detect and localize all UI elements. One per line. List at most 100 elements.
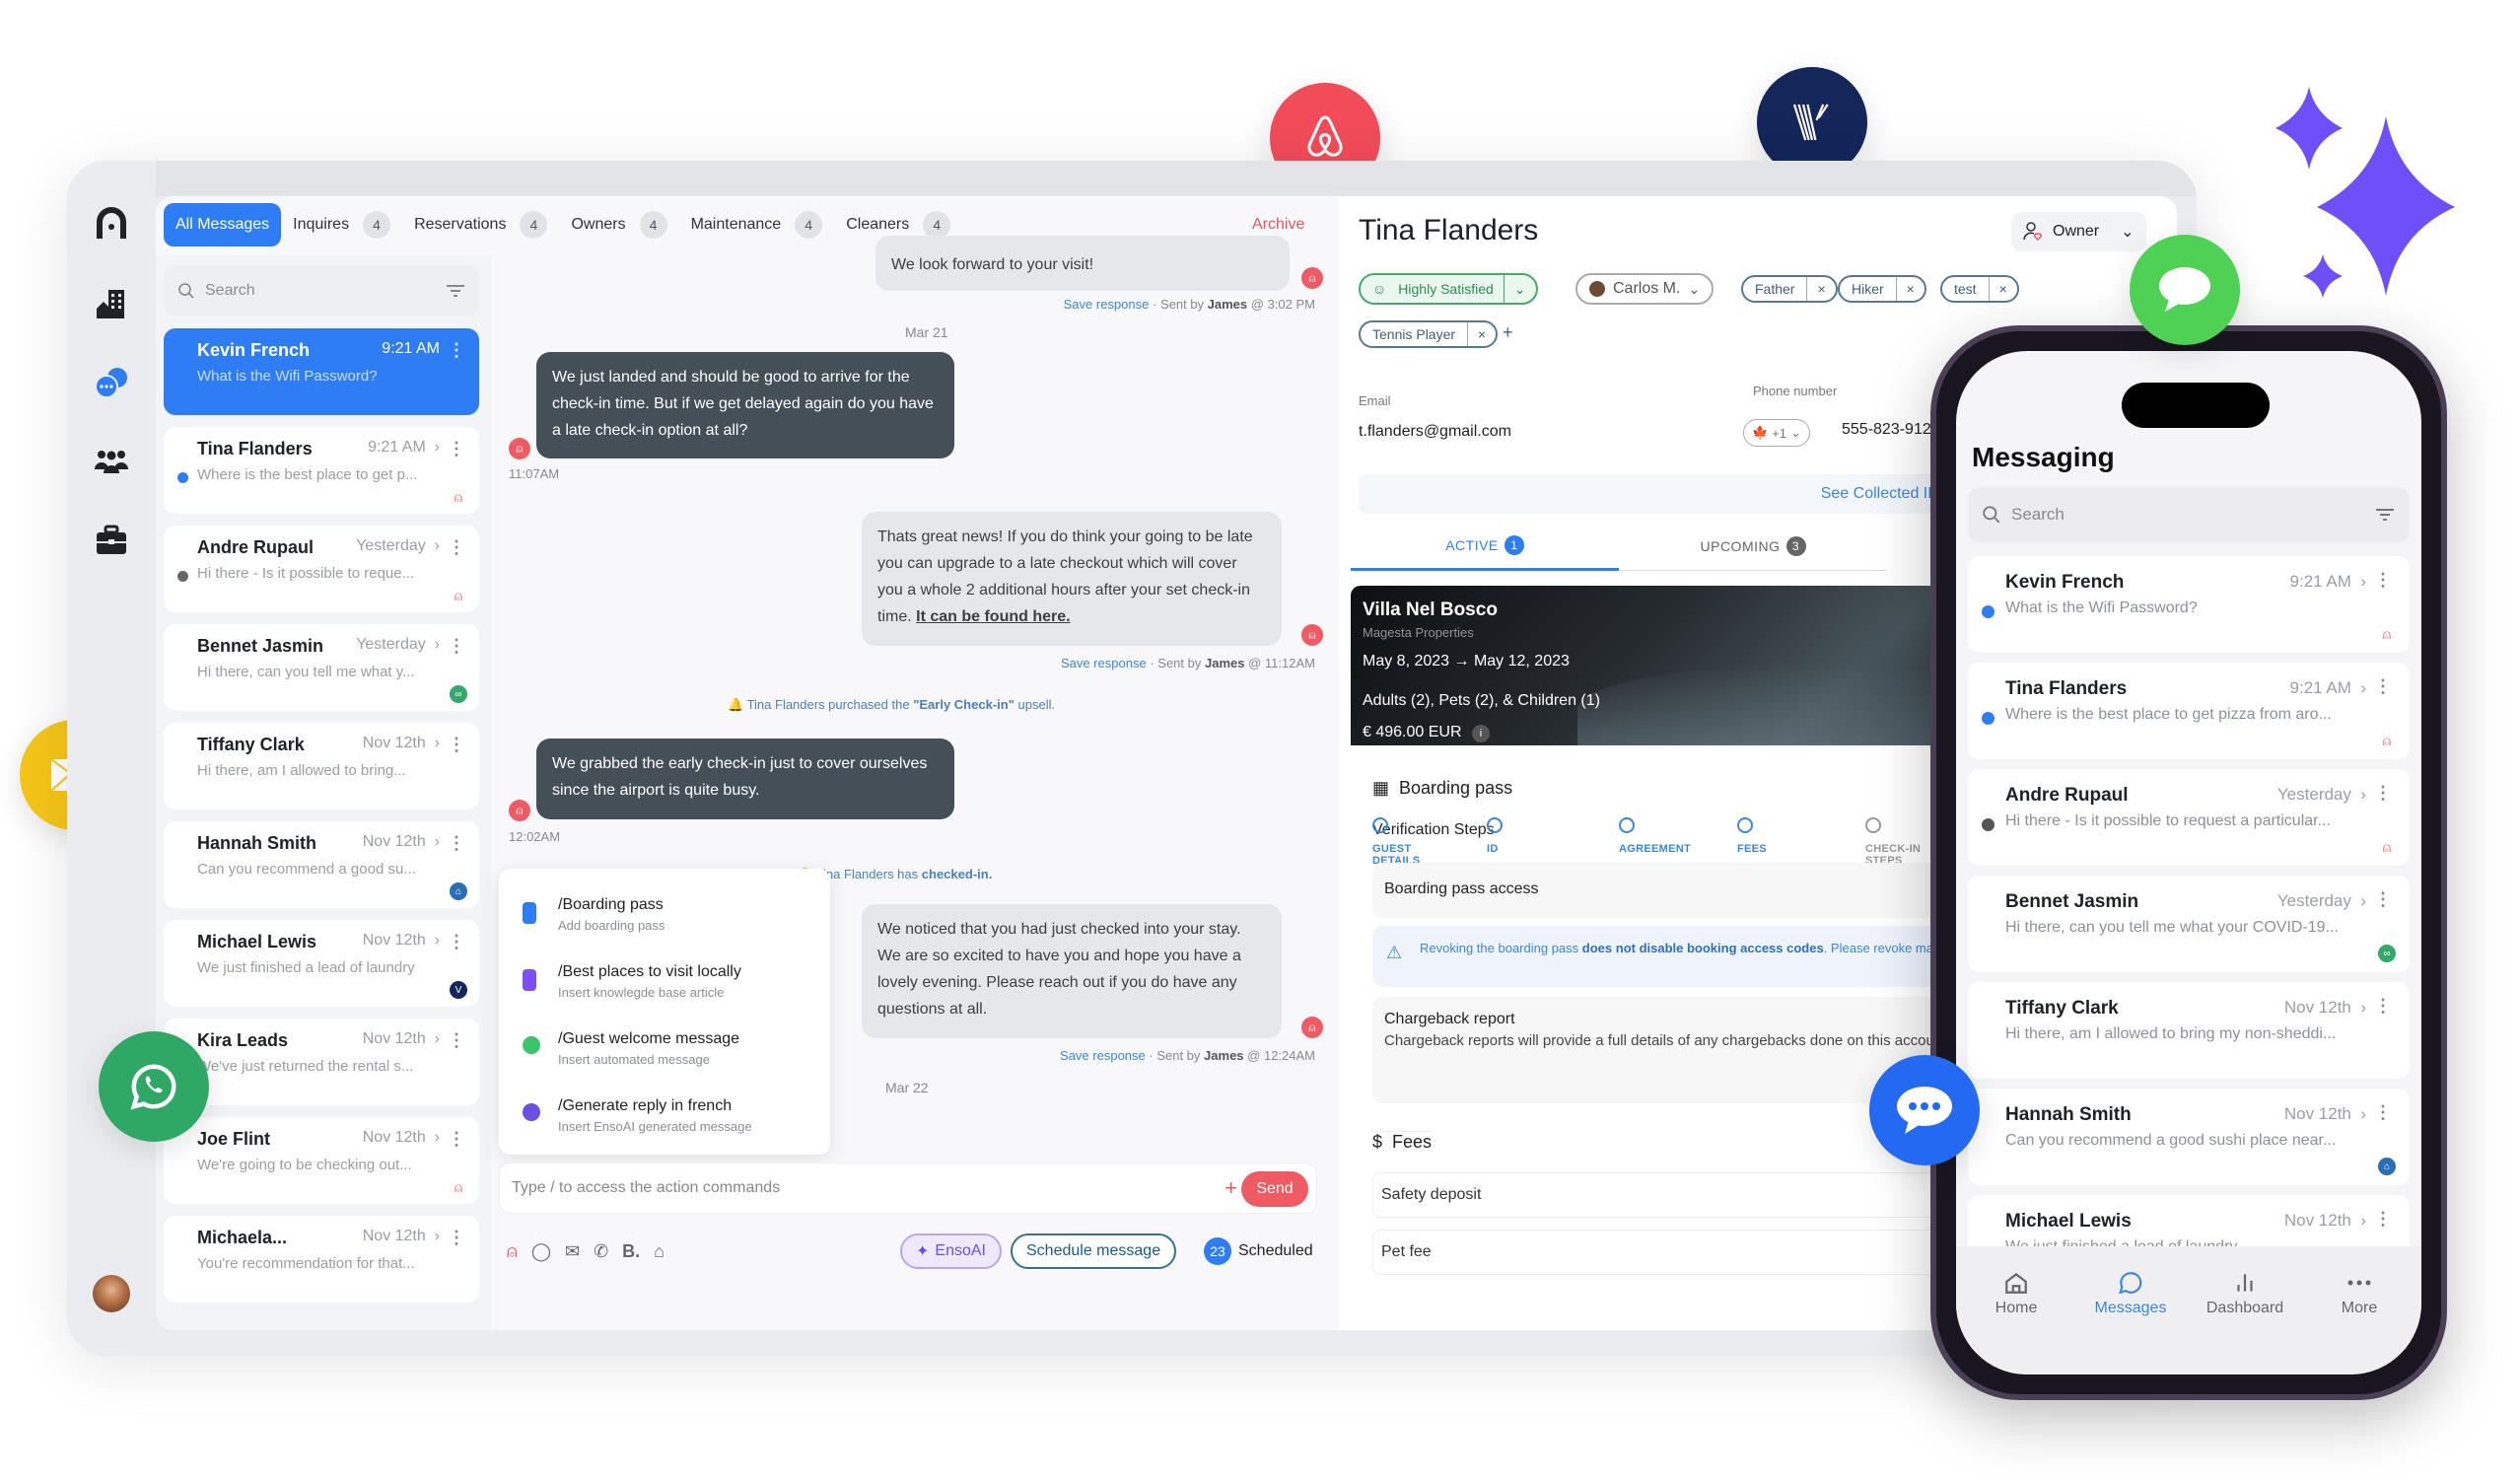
more-options-icon[interactable]: ⋮ <box>448 833 465 854</box>
schedule-message-button[interactable]: Schedule message <box>1011 1233 1177 1269</box>
send-button[interactable]: Send <box>1241 1171 1308 1207</box>
airbnb-channel-icon[interactable]: ⍝ <box>507 1241 518 1262</box>
satisfaction-dropdown[interactable]: ☺ Highly Satisfied ⌄ <box>1359 273 1538 305</box>
vrbo-channel-icon[interactable]: ⌂ <box>654 1241 665 1262</box>
airbnb-source-icon: ⍝ <box>454 1178 463 1195</box>
chat-icon <box>2076 1266 2185 1300</box>
more-options-icon[interactable]: ⋮ <box>448 1030 465 1051</box>
tripadvisor-source-icon: ∞ <box>450 685 467 703</box>
assignee-dropdown[interactable]: Carlos M. ⌄ <box>1575 273 1715 305</box>
conversation-item[interactable]: Tiffany Clark Nov 12th › Hi there, am I al… <box>164 723 479 810</box>
conversation-item[interactable]: Kevin French 9:21 AM What is the Wifi Pass… <box>164 328 479 415</box>
tab-all-messages[interactable]: All Messages <box>164 203 282 246</box>
conversation-item[interactable]: Tina Flanders 9:21 AM › Where is the best … <box>164 427 479 514</box>
verification-step[interactable]: GUEST DETAILS <box>1372 817 1441 867</box>
remove-tag-icon[interactable]: × <box>1988 277 2017 301</box>
message-composer[interactable]: Type / to access the action commands + S… <box>499 1162 1317 1214</box>
conversation-item[interactable]: Kira Leads Nov 12th › We've just returned … <box>164 1019 479 1105</box>
scheduled-label[interactable]: Scheduled <box>1238 1242 1313 1260</box>
remove-tag-icon[interactable]: × <box>1806 277 1835 301</box>
verification-step[interactable]: FEES <box>1737 817 1806 855</box>
archive-link[interactable]: Archive <box>1252 216 1304 234</box>
more-options-icon[interactable]: ⋮ <box>2374 996 2392 1017</box>
incoming-message: We grabbed the early check-in just to co… <box>536 739 954 819</box>
tab-maintenance[interactable]: Maintenance 4 <box>679 203 835 246</box>
conversation-item[interactable]: Andre Rupaul Yesterday › Hi there - Is it … <box>164 526 479 612</box>
phone-conversation-item[interactable]: Tiffany Clark Nov 12th › Hi there, am I al… <box>1968 982 2410 1079</box>
briefcase-nav-icon[interactable] <box>89 518 134 563</box>
phone-conversation-item[interactable]: Andre Rupaul Yesterday › Hi there - Is it … <box>1968 769 2410 866</box>
more-options-icon[interactable]: ⋮ <box>2374 570 2392 591</box>
email-channel-icon[interactable]: ✉ <box>565 1241 580 1262</box>
more-options-icon[interactable]: ⋮ <box>448 1129 465 1150</box>
ensoai-button[interactable]: ✦ EnsoAI <box>900 1233 1002 1269</box>
more-options-icon[interactable]: ⋮ <box>2374 889 2392 910</box>
phone-tab-messages[interactable]: Messages <box>2076 1266 2185 1317</box>
conversation-item[interactable]: Michael Lewis Nov 12th › We just finished … <box>164 920 479 1007</box>
phone-conversation-item[interactable]: Hannah Smith Nov 12th › Can you recommend … <box>1968 1089 2410 1185</box>
airbnb-avatar-icon: ⍝ <box>509 438 530 459</box>
more-options-icon[interactable]: ⋮ <box>448 932 465 952</box>
phone-tab-more[interactable]: More <box>2305 1266 2414 1317</box>
phone-search-input[interactable]: Search <box>1968 487 2410 542</box>
remove-tag-icon[interactable]: × <box>1467 322 1496 346</box>
properties-icon[interactable] <box>89 281 134 326</box>
conversation-item[interactable]: Hannah Smith Nov 12th › Can you recommend … <box>164 821 479 908</box>
more-options-icon[interactable]: ⋮ <box>2374 676 2392 697</box>
save-response-link[interactable]: Save response <box>1061 656 1147 670</box>
phone-value[interactable]: 555-823-9121 <box>1842 421 1940 439</box>
more-options-icon[interactable]: ⋮ <box>448 636 465 657</box>
booking-channel-icon[interactable]: B. <box>622 1241 640 1262</box>
whatsapp-channel-icon[interactable]: ✆ <box>594 1241 608 1262</box>
tab-active-bookings[interactable]: ACTIVE 1 <box>1351 522 1619 571</box>
save-response-link[interactable]: Save response <box>1064 297 1150 312</box>
info-icon[interactable]: i <box>1471 725 1490 742</box>
country-code-dropdown[interactable]: 🍁 +1 ⌄ <box>1743 419 1810 447</box>
more-options-icon[interactable]: ⋮ <box>2374 1209 2392 1230</box>
logo-icon[interactable] <box>89 200 134 246</box>
guests-nav-icon[interactable] <box>89 439 134 484</box>
message-preview: Where is the best place to get pizza fro… <box>2005 706 2332 723</box>
airbnb-avatar-icon: ⍝ <box>1301 1017 1323 1038</box>
upsell-link[interactable]: It can be found here. <box>916 608 1070 625</box>
phone-conversation-item[interactable]: Tina Flanders 9:21 AM › Where is the best … <box>1968 663 2410 759</box>
more-options-icon[interactable]: ⋮ <box>448 537 465 558</box>
more-options-icon[interactable]: ⋮ <box>2374 1102 2392 1123</box>
conversation-item[interactable]: Bennet Jasmin Yesterday › Hi there, can yo… <box>164 624 479 711</box>
conversation-item[interactable]: Joe Flint Nov 12th › We're going to be che… <box>164 1117 479 1204</box>
message-time: 11:07AM <box>509 466 560 481</box>
contact-name: Andre Rupaul <box>2005 785 2129 806</box>
messages-nav-icon[interactable] <box>89 360 134 405</box>
verification-step[interactable]: ID <box>1487 817 1556 855</box>
guest-name: Tina Flanders <box>1359 214 1539 246</box>
email-value[interactable]: t.flanders@gmail.com <box>1359 423 1511 441</box>
remove-tag-icon[interactable]: × <box>1895 277 1925 301</box>
verification-step[interactable]: AGREEMENT <box>1619 817 1691 855</box>
tab-inquires[interactable]: Inquires 4 <box>281 203 402 246</box>
verification-step[interactable]: CHECK-IN STEPS <box>1865 817 1934 867</box>
messaging-app: All Messages Inquires 4 Reservations 4 Own… <box>156 196 2177 1330</box>
save-response-link[interactable]: Save response <box>1060 1048 1146 1063</box>
filter-icon[interactable] <box>2374 508 2396 522</box>
search-input[interactable]: Search <box>164 265 479 317</box>
phone-conversation-item[interactable]: Kevin French 9:21 AM › What is the Wifi Pa… <box>1968 556 2410 653</box>
user-avatar[interactable] <box>93 1275 130 1312</box>
phone-tab-home[interactable]: Home <box>1962 1266 2070 1317</box>
more-options-icon[interactable]: ⋮ <box>2374 783 2392 804</box>
more-options-icon[interactable]: ⋮ <box>448 340 465 361</box>
phone-conversation-item[interactable]: Bennet Jasmin Yesterday › Hi there, can yo… <box>1968 876 2410 972</box>
tab-upcoming-bookings[interactable]: UPCOMING 3 <box>1619 522 1887 571</box>
more-options-icon[interactable]: ⋮ <box>448 735 465 755</box>
owner-dropdown[interactable]: Owner ⌄ <box>2011 212 2146 251</box>
phone-tab-dashboard[interactable]: Dashboard <box>2191 1266 2299 1317</box>
more-options-icon[interactable]: ⋮ <box>448 439 465 459</box>
tab-reservations[interactable]: Reservations 4 <box>402 203 559 246</box>
scheduled-count-badge[interactable]: 23 <box>1204 1237 1231 1265</box>
conversation-item[interactable]: Michaela... Nov 12th › You're recommendati… <box>164 1216 479 1303</box>
more-options-icon[interactable]: ⋮ <box>448 1228 465 1248</box>
add-attachment-icon[interactable]: + <box>1225 1175 1237 1201</box>
tab-owners[interactable]: Owners 4 <box>559 203 678 246</box>
filter-icon[interactable] <box>446 284 465 298</box>
sms-channel-icon[interactable]: ◯ <box>531 1241 551 1262</box>
add-tag-button[interactable]: + <box>1503 322 1513 343</box>
